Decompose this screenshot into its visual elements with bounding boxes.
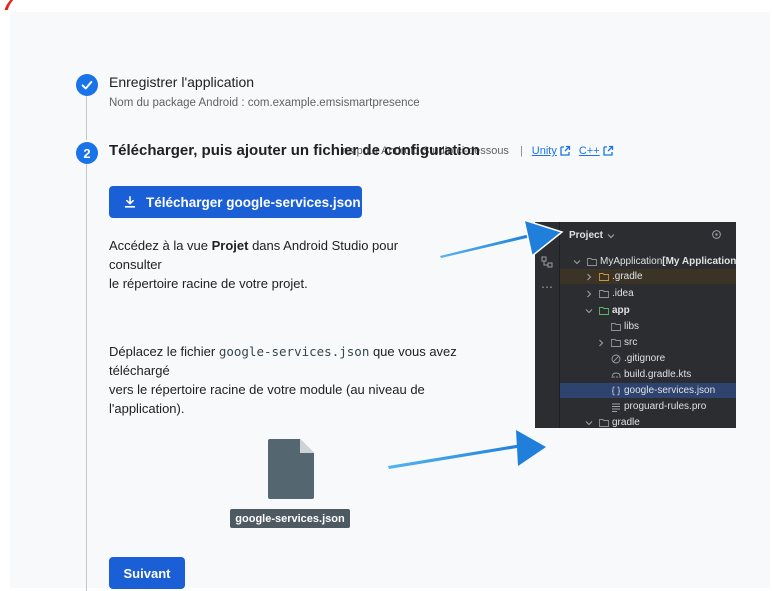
tree-item-google-services-json[interactable]: google-services.json	[560, 383, 736, 398]
chevron-right-icon	[599, 339, 604, 346]
tree-label: .idea	[612, 288, 634, 299]
step1-check-icon	[76, 74, 98, 96]
chevron-down-icon	[585, 420, 593, 425]
p2-text: Déplacez le fichier	[109, 344, 219, 359]
folder-icon	[611, 338, 621, 347]
target-icon[interactable]	[711, 229, 722, 240]
structure-icon	[541, 256, 553, 268]
next-button[interactable]: Suivant	[109, 557, 185, 589]
tree-label: app	[612, 305, 630, 316]
download-icon	[124, 195, 136, 208]
gradle-icon	[611, 372, 621, 378]
unity-link[interactable]: Unity	[532, 145, 571, 157]
step1-title: Enregistrer l'application	[109, 74, 255, 90]
tree-label: gradle	[612, 417, 640, 428]
chevron-down-icon	[585, 308, 593, 313]
module-folder-icon	[599, 306, 609, 315]
tree-label: MyApplication	[600, 256, 663, 267]
instruction-move-file: Déplacez le fichier google-services.json…	[109, 342, 479, 418]
tree-item-gradle[interactable]: gradle	[560, 415, 736, 428]
folder-icon	[611, 322, 621, 331]
tree-item-dot-gradle[interactable]: .gradle	[560, 269, 736, 284]
tree-label: src	[624, 337, 638, 348]
tree-item-gitignore[interactable]: .gitignore	[560, 351, 736, 366]
file-icon	[268, 439, 314, 499]
android-studio-project-view: ⋯ Project MyApplication [My Application]…	[535, 222, 736, 428]
text-file-icon	[612, 403, 620, 412]
tree-item-build-gradle[interactable]: build.gradle.kts	[560, 367, 736, 382]
step2-title: Télécharger, puis ajouter un fichier de …	[109, 142, 480, 159]
p2-code: google-services.json	[218, 344, 370, 359]
step1-subtitle: Nom du package Android : com.example.ems…	[109, 97, 420, 109]
p2-line4: l'application).	[109, 401, 185, 416]
folder-icon	[599, 418, 609, 427]
external-link-icon	[560, 145, 571, 156]
tree-item-libs[interactable]: libs	[560, 319, 736, 334]
tree-item-myapplication[interactable]: MyApplication [My Application]	[560, 254, 736, 269]
step-connector	[86, 96, 87, 140]
tree-label-suffix: [My Application]	[662, 256, 736, 267]
step-connector	[86, 164, 87, 591]
instruction-project-view: Accédez à la vue Projet dans Android Stu…	[109, 236, 469, 293]
ide-header-label: Project	[569, 230, 603, 241]
download-button-label: Télécharger google-services.json	[146, 194, 361, 210]
external-link-icon	[603, 145, 613, 156]
tree-item-src[interactable]: src	[560, 335, 736, 350]
tree-label: build.gradle.kts	[624, 369, 692, 380]
p2-text-after: que vous avez	[369, 344, 457, 359]
ide-tool-rail: ⋯	[535, 222, 560, 428]
file-name-label: google-services.json	[230, 509, 350, 528]
folder-icon	[599, 272, 609, 281]
tree-item-idea[interactable]: .idea	[560, 286, 736, 301]
p1-line3: le répertoire racine de votre projet.	[109, 276, 308, 291]
tree-label: .gradle	[612, 271, 643, 282]
tree-label: google-services.json	[624, 385, 716, 396]
step2-number-badge: 2	[76, 142, 98, 164]
chevron-down-icon	[573, 259, 581, 264]
tree-item-proguard[interactable]: proguard-rules.pro	[560, 399, 736, 414]
p2-line3: vers le répertoire racine de votre modul…	[109, 382, 425, 397]
chevron-down-icon	[607, 233, 615, 238]
download-config-button[interactable]: Télécharger google-services.json	[109, 186, 362, 218]
p1-bold: Projet	[211, 238, 249, 253]
folder-icon	[587, 257, 597, 266]
ide-project-header[interactable]: Project	[569, 230, 615, 241]
chevron-right-icon	[587, 273, 592, 280]
more-icon: ⋯	[541, 280, 553, 294]
folder-icon	[599, 289, 609, 298]
tree-label: proguard-rules.pro	[624, 401, 707, 412]
tree-label: .gitignore	[624, 353, 666, 364]
unity-link-label: Unity	[531, 145, 557, 157]
chevron-right-icon	[587, 290, 592, 297]
p1-text: Accédez à la vue	[109, 238, 212, 253]
cpp-link-label: C++	[578, 145, 600, 157]
ignore-icon	[611, 354, 621, 363]
tree-label: libs	[624, 321, 640, 332]
cpp-link[interactable]: C++	[579, 145, 614, 157]
p1-line2: consulter	[109, 257, 162, 272]
tree-item-app[interactable]: app	[560, 303, 736, 318]
json-braces-icon	[611, 386, 621, 395]
p2-line2: téléchargé	[109, 363, 170, 378]
p1-text-after: dans Android Studio pour	[248, 238, 399, 253]
separator: |	[519, 145, 523, 157]
